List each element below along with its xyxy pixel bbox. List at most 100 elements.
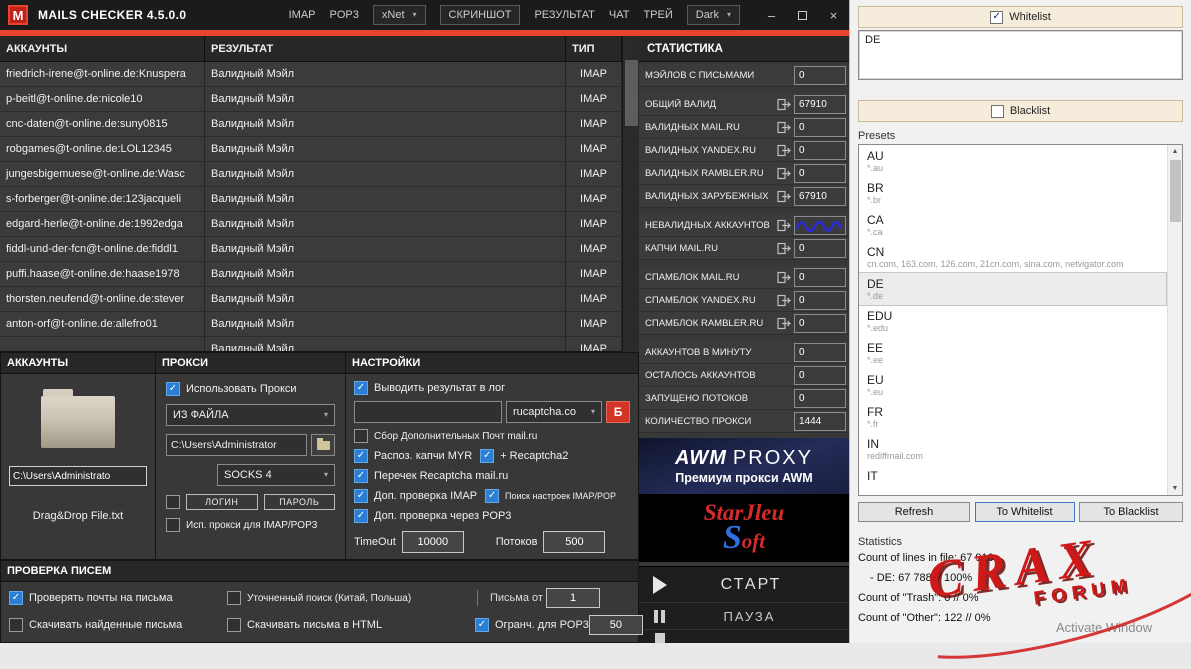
threads-input[interactable] xyxy=(543,531,605,553)
export-arrow-icon[interactable] xyxy=(774,242,794,255)
export-arrow-icon[interactable] xyxy=(774,144,794,157)
table-row[interactable]: robgames@t-online.de:LOL12345 Валидный М… xyxy=(0,137,622,162)
pop3-limit-checkbox[interactable] xyxy=(475,618,489,632)
recaptcha2-checkbox[interactable] xyxy=(480,449,494,463)
table-row[interactable]: s-forberger@t-online.de:123jacqueli Вали… xyxy=(0,187,622,212)
browse-proxy-button[interactable] xyxy=(311,434,335,456)
log-output-checkbox[interactable] xyxy=(354,381,368,395)
folder-icon[interactable] xyxy=(41,396,115,448)
stat-row: ОСТАЛОСЬ АККАУНТОВ 0 xyxy=(639,364,849,387)
proxy-login-field[interactable]: ЛОГИН xyxy=(186,494,258,510)
to-blacklist-button[interactable]: To Blacklist xyxy=(1079,502,1183,522)
maximize-button[interactable] xyxy=(787,0,818,30)
export-arrow-icon[interactable] xyxy=(774,294,794,307)
export-arrow-icon[interactable] xyxy=(774,167,794,180)
timeout-input[interactable] xyxy=(402,531,464,553)
table-row-partial[interactable]: Валидный Мэйл IMAP xyxy=(0,337,622,352)
table-row[interactable]: edgard-herle@t-online.de:1992edga Валидн… xyxy=(0,212,622,237)
menu-imap[interactable]: IMAP xyxy=(289,9,316,21)
pause-button[interactable]: ПАУЗА xyxy=(639,602,849,629)
export-arrow-icon[interactable] xyxy=(774,190,794,203)
start-button[interactable]: СТАРТ xyxy=(639,566,849,602)
table-row[interactable]: p-beitl@t-online.de:nicole10 Валидный Мэ… xyxy=(0,87,622,112)
pop3-limit-input[interactable] xyxy=(589,615,643,635)
presets-scrollbar[interactable]: ▲ ▼ xyxy=(1167,145,1182,495)
menu-result[interactable]: РЕЗУЛЬТАТ xyxy=(534,9,594,21)
export-arrow-icon[interactable] xyxy=(774,271,794,284)
recheck-recaptcha-checkbox[interactable] xyxy=(354,469,368,483)
recognize-captcha-checkbox[interactable] xyxy=(354,449,368,463)
extra-imap-checkbox[interactable] xyxy=(354,489,368,503)
proxy-password-field[interactable]: ПАРОЛЬ xyxy=(264,494,336,510)
proxy-source-dropdown[interactable]: ИЗ ФАЙЛА ▾ xyxy=(166,404,335,426)
table-row[interactable]: thorsten.neufend@t-online.de:stever Вали… xyxy=(0,287,622,312)
extra-pop3-checkbox[interactable] xyxy=(354,509,368,523)
download-letters-checkbox[interactable] xyxy=(9,618,23,632)
preset-item[interactable]: DE *.de xyxy=(859,273,1166,305)
accounts-path-field[interactable] xyxy=(9,466,147,486)
menu-tray[interactable]: ТРЕЙ xyxy=(643,9,672,21)
export-arrow-icon[interactable] xyxy=(774,98,794,111)
export-arrow-icon[interactable] xyxy=(774,317,794,330)
table-row[interactable]: fiddl-und-der-fcn@t-online.de:fiddl1 Вал… xyxy=(0,237,622,262)
scrollbar-thumb[interactable] xyxy=(1170,160,1181,222)
presets-label: Presets xyxy=(858,130,1183,142)
proxy-type-dropdown[interactable]: SOCKS 4 ▾ xyxy=(217,464,335,486)
captcha-service-dropdown[interactable]: rucaptcha.co ▾ xyxy=(506,401,602,423)
preset-item[interactable]: EU *.eu xyxy=(859,369,1166,401)
download-html-checkbox[interactable] xyxy=(227,618,241,632)
menu-chat[interactable]: ЧАТ xyxy=(609,9,630,21)
scroll-up-icon[interactable]: ▲ xyxy=(1172,145,1179,158)
preset-item[interactable]: IN rediffmail.com xyxy=(859,433,1166,465)
settings-panel-title: НАСТРОЙКИ xyxy=(346,353,638,374)
proxy-auth-checkbox[interactable] xyxy=(166,495,180,509)
table-row[interactable]: friedrich-irene@t-online.de:Knuspera Вал… xyxy=(0,62,622,87)
use-proxy-checkbox[interactable] xyxy=(166,382,180,396)
awm-proxy-banner[interactable]: AWMPROXY Премиум прокси AWM xyxy=(639,438,849,494)
letters-from-input[interactable] xyxy=(546,588,600,608)
refined-search-checkbox[interactable] xyxy=(227,591,241,605)
captcha-key-input[interactable] xyxy=(354,401,502,423)
to-whitelist-button[interactable]: To Whitelist xyxy=(975,502,1075,522)
menu-pop3[interactable]: POP3 xyxy=(330,9,359,21)
stats-group-counters: АККАУНТОВ В МИНУТУ 0 ОСТАЛОСЬ АККАУНТОВ … xyxy=(639,341,849,433)
column-header-result[interactable]: РЕЗУЛЬТАТ xyxy=(205,36,566,61)
table-row[interactable]: puffi.haase@t-online.de:haase1978 Валидн… xyxy=(0,262,622,287)
table-row[interactable]: anton-orf@t-online.de:allefro01 Валидный… xyxy=(0,312,622,337)
column-header-type[interactable]: ТИП xyxy=(566,36,622,61)
preset-item[interactable]: EDU *.edu xyxy=(859,305,1166,337)
scroll-down-icon[interactable]: ▼ xyxy=(1172,482,1179,495)
check-letters-checkbox[interactable] xyxy=(9,591,23,605)
preset-item[interactable]: AU *.au xyxy=(859,145,1166,177)
xnet-dropdown[interactable]: xNet ▾ xyxy=(373,5,426,25)
collect-mailru-checkbox[interactable] xyxy=(354,429,368,443)
column-header-accounts[interactable]: АККАУНТЫ xyxy=(0,36,205,61)
results-scrollbar[interactable] xyxy=(622,36,639,352)
balance-button[interactable]: Б xyxy=(606,401,630,423)
preset-item[interactable]: EE *.ee xyxy=(859,337,1166,369)
stop-button[interactable] xyxy=(639,629,849,643)
table-row[interactable]: jungesbigemuese@t-online.de:Wasc Валидны… xyxy=(0,162,622,187)
minimize-button[interactable]: – xyxy=(756,0,787,30)
refresh-button[interactable]: Refresh xyxy=(858,502,970,522)
proxy-for-imap-checkbox[interactable] xyxy=(166,518,180,532)
table-row[interactable]: cnc-daten@t-online.de:suny0815 Валидный … xyxy=(0,112,622,137)
close-button[interactable]: × xyxy=(818,0,849,30)
scrollbar-thumb[interactable] xyxy=(625,60,638,126)
screenshot-button[interactable]: СКРИНШОТ xyxy=(440,5,521,25)
blacklist-checkbox[interactable] xyxy=(991,105,1004,118)
blacklist-label: Blacklist xyxy=(1010,105,1050,117)
export-arrow-icon[interactable] xyxy=(774,219,794,232)
theme-dropdown[interactable]: Dark ▾ xyxy=(687,5,740,25)
preset-item[interactable]: IT xyxy=(859,465,1166,486)
whitelist-textarea[interactable]: DE xyxy=(858,30,1183,80)
proxy-path-field[interactable] xyxy=(166,434,307,456)
search-settings-checkbox[interactable] xyxy=(485,489,499,503)
export-arrow-icon[interactable] xyxy=(774,121,794,134)
preset-item[interactable]: CA *.ca xyxy=(859,209,1166,241)
preset-item[interactable]: CN cn.com, 163.com, 126.com, 21cn.com, s… xyxy=(859,241,1166,273)
preset-item[interactable]: FR *.fr xyxy=(859,401,1166,433)
whitelist-checkbox[interactable] xyxy=(990,11,1003,24)
preset-item[interactable]: BR *.br xyxy=(859,177,1166,209)
stats-group-invalid: НЕВАЛИДНЫХ АККАУНТОВ КАПЧИ MAIL.RU 0 xyxy=(639,214,849,260)
